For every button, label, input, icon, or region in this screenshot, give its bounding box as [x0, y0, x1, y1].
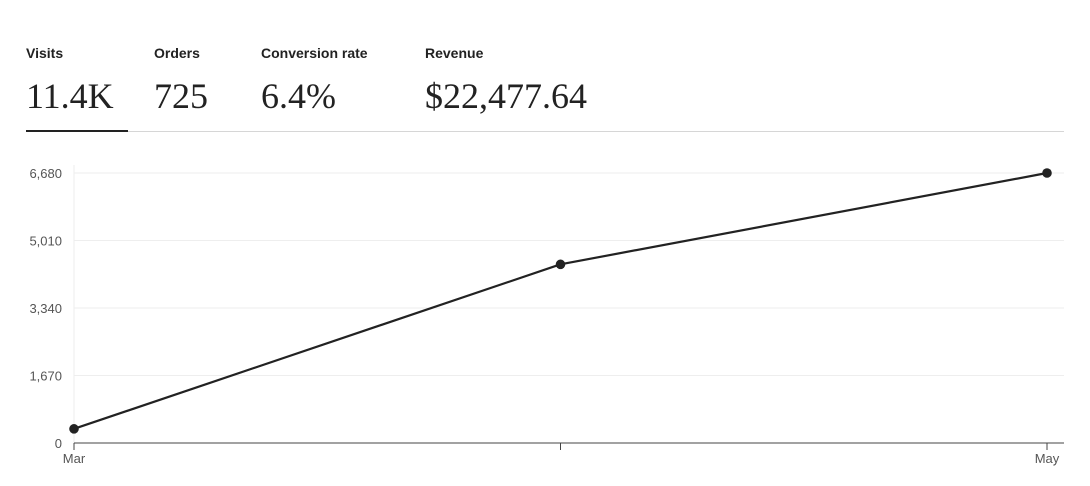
orders-label: Orders	[154, 45, 200, 61]
tab-revenue[interactable]: Revenue $22,477.64	[425, 0, 605, 131]
y-tick-label: 5,010	[29, 234, 62, 249]
data-point	[555, 259, 566, 270]
x-tick-label: May	[1035, 451, 1060, 466]
y-tick-label: 0	[55, 436, 62, 451]
metrics-tab-bar: Visits 11.4K Orders 725 Conversion rate …	[26, 0, 1064, 132]
data-point	[69, 424, 79, 434]
tab-conversion-rate[interactable]: Conversion rate 6.4%	[261, 0, 401, 131]
y-tick-label: 3,340	[29, 301, 62, 316]
data-point	[1042, 168, 1052, 178]
y-tick-label: 6,680	[29, 166, 62, 181]
series-line	[73, 171, 1048, 430]
conversion-rate-label: Conversion rate	[261, 45, 368, 61]
revenue-value: $22,477.64	[425, 76, 587, 116]
conversion-rate-value: 6.4%	[261, 76, 336, 116]
visits-label: Visits	[26, 45, 64, 61]
orders-value: 725	[154, 76, 208, 116]
tab-orders[interactable]: Orders 725	[154, 0, 234, 131]
x-tick-label: Mar	[63, 451, 86, 466]
visits-line-chart: 0 1,670 3,340 5,010 6,680 Mar May	[29, 165, 1064, 466]
visits-value: 11.4K	[26, 76, 114, 116]
y-tick-label: 1,670	[29, 369, 62, 384]
revenue-label: Revenue	[425, 45, 484, 61]
tab-visits[interactable]: Visits 11.4K	[26, 0, 128, 132]
